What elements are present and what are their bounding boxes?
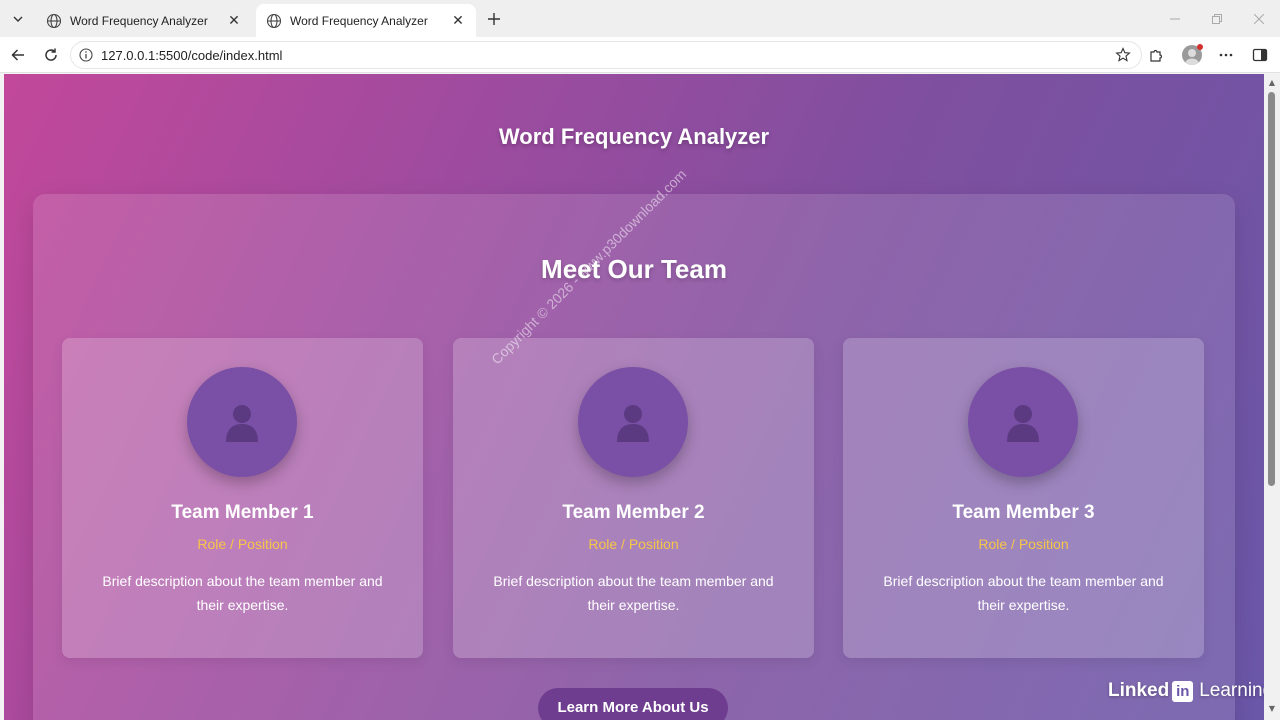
tab-strip: Word Frequency Analyzer ✕ Word Frequency… <box>0 0 1280 37</box>
browser-tab-1[interactable]: Word Frequency Analyzer ✕ <box>36 4 252 37</box>
more-dots-icon <box>1219 53 1233 57</box>
minimize-icon <box>1170 18 1180 20</box>
minimize-button[interactable] <box>1166 10 1184 28</box>
person-icon <box>226 405 258 442</box>
close-icon[interactable]: ✕ <box>226 12 242 29</box>
globe-icon <box>46 13 62 28</box>
member-name: Team Member 1 <box>171 502 314 523</box>
member-name: Team Member 2 <box>562 502 705 523</box>
close-window-button[interactable] <box>1250 10 1268 28</box>
person-icon <box>617 405 649 442</box>
browser-toolbar: 127.0.0.1:5500/code/index.html <box>0 37 1280 73</box>
sidebar-icon <box>1252 48 1268 62</box>
member-photo <box>968 367 1078 477</box>
profile-notification-dot <box>1197 44 1203 50</box>
extensions-button[interactable] <box>1145 44 1167 66</box>
linkedin-in-mark: in <box>1172 680 1194 702</box>
browser-tab-2[interactable]: Word Frequency Analyzer ✕ <box>256 4 476 37</box>
tab-title: Word Frequency Analyzer <box>290 13 428 28</box>
scroll-down-arrow[interactable]: ▼ <box>1266 703 1278 713</box>
member-name: Team Member 3 <box>952 502 1095 523</box>
restore-icon <box>1212 14 1222 24</box>
star-icon[interactable] <box>1115 47 1131 63</box>
plus-icon <box>488 13 500 25</box>
sidebar-button[interactable] <box>1249 44 1271 66</box>
member-role: Role / Position <box>978 536 1069 552</box>
learn-more-button[interactable]: Learn More About Us <box>538 688 728 720</box>
reload-icon <box>45 48 57 61</box>
reload-button[interactable] <box>40 44 62 66</box>
team-section: Meet Our Team Team Member 1 Role / Posit… <box>33 194 1235 720</box>
member-description: Brief description about the team member … <box>493 573 774 613</box>
scrollbar-thumb[interactable] <box>1268 92 1275 486</box>
team-member-card-3: Team Member 3 Role / Position Brief desc… <box>843 338 1204 658</box>
info-icon[interactable] <box>79 48 93 62</box>
team-member-card-2: Team Member 2 Role / Position Brief desc… <box>453 338 814 658</box>
member-photo <box>187 367 297 477</box>
tab-title: Word Frequency Analyzer <box>70 13 208 28</box>
chevron-down-icon <box>13 16 23 22</box>
globe-icon <box>266 13 282 28</box>
close-icon <box>1254 14 1264 24</box>
team-member-card-1: Team Member 1 Role / Position Brief desc… <box>62 338 423 658</box>
member-role: Role / Position <box>588 536 679 552</box>
back-button[interactable] <box>7 44 29 66</box>
section-title: Meet Our Team <box>541 254 727 284</box>
puzzle-icon <box>1150 49 1163 62</box>
linkedin-learning-text: Learning <box>1199 680 1274 701</box>
tab-actions-menu[interactable] <box>6 7 30 31</box>
person-icon <box>1007 405 1039 442</box>
member-photo <box>578 367 688 477</box>
page-viewport: Word Frequency Analyzer Meet Our Team Te… <box>4 74 1264 720</box>
member-description: Brief description about the team member … <box>883 573 1164 613</box>
settings-menu-button[interactable] <box>1215 44 1237 66</box>
member-description: Brief description about the team member … <box>102 573 383 613</box>
scroll-up-arrow[interactable]: ▲ <box>1266 77 1278 87</box>
url-text[interactable]: 127.0.0.1:5500/code/index.html <box>101 48 282 63</box>
member-role: Role / Position <box>197 536 288 552</box>
new-tab-button[interactable] <box>483 8 505 30</box>
linkedin-brand-text: Linked <box>1108 680 1170 701</box>
restore-button[interactable] <box>1208 10 1226 28</box>
back-arrow-icon <box>11 49 24 61</box>
linkedin-learning-logo: Linked in Learning <box>1108 680 1273 702</box>
close-icon[interactable]: ✕ <box>450 12 466 29</box>
address-bar[interactable]: 127.0.0.1:5500/code/index.html <box>70 41 1142 69</box>
page-title: Word Frequency Analyzer <box>498 124 770 149</box>
